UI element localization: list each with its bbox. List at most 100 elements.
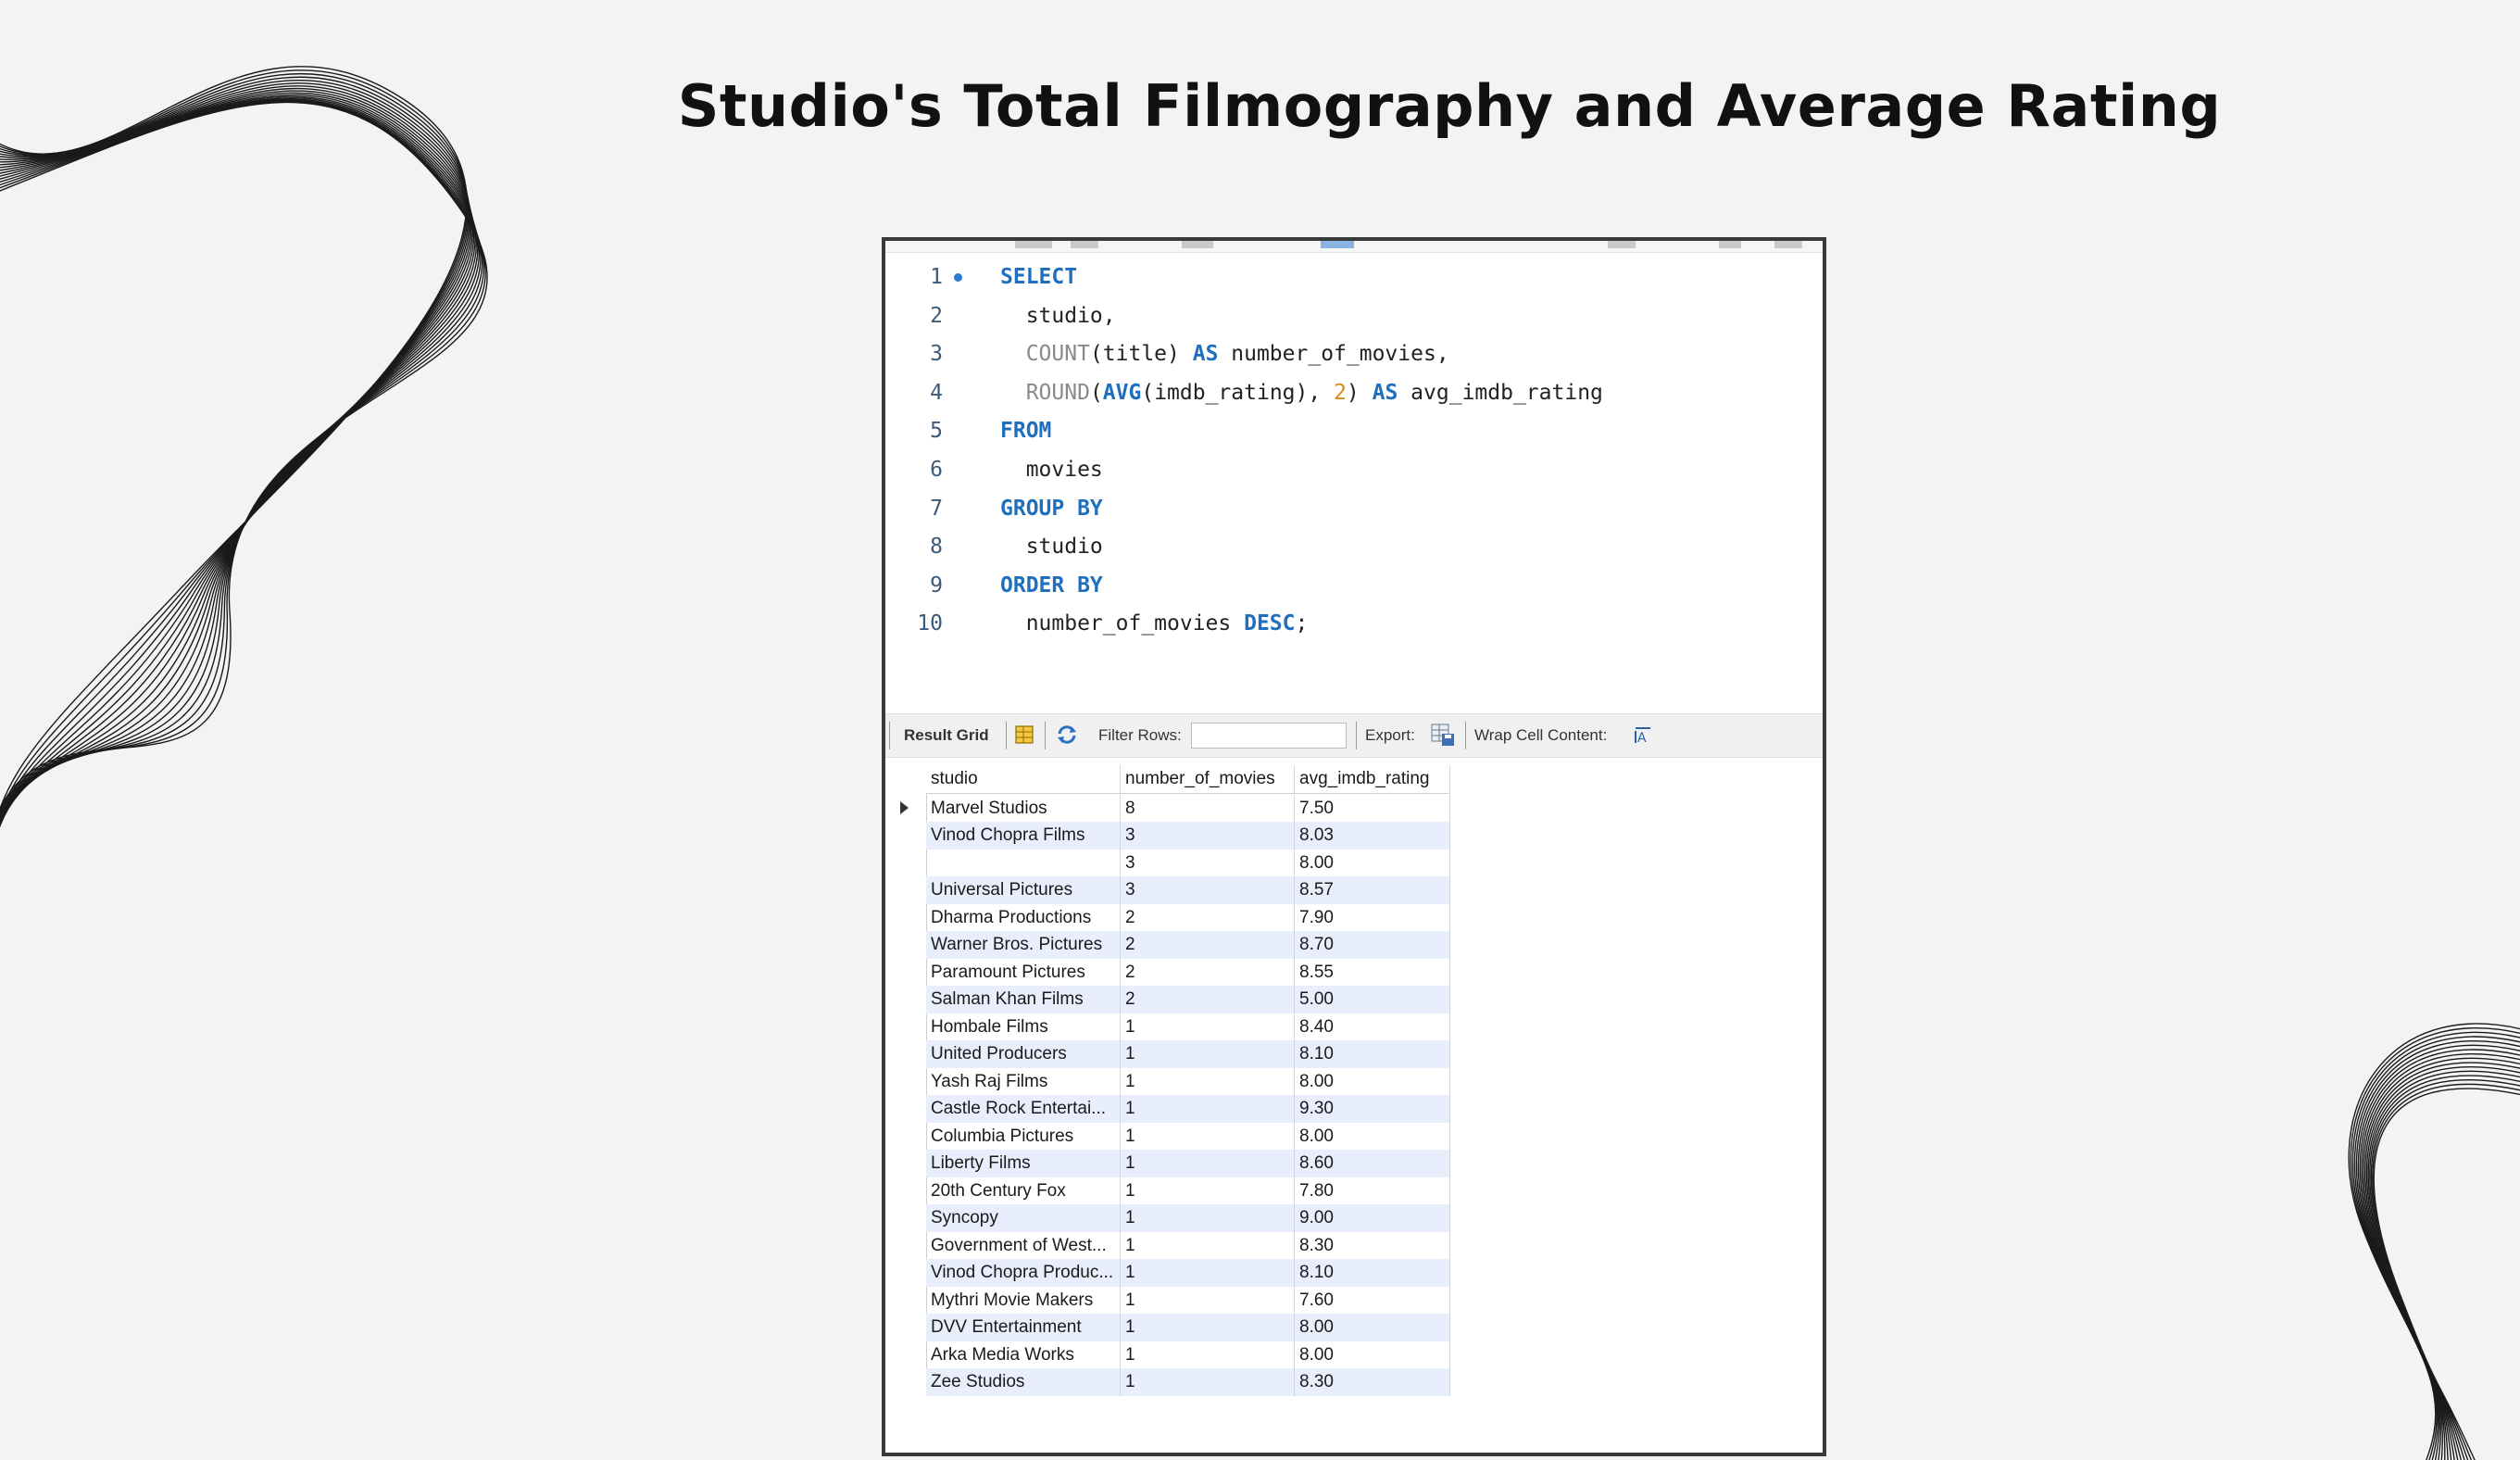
grid-cell[interactable]: 8.60 [1295,1150,1450,1177]
sql-editor[interactable]: 1 SELECT 2 studio, 3 COUNT(title) AS number… [885,258,1823,721]
grid-cell[interactable]: 8.30 [1295,1368,1450,1396]
grid-cell[interactable]: Mythri Movie Makers [926,1286,1121,1314]
grid-cell[interactable]: Universal Pictures [926,876,1121,904]
table-row[interactable]: United Producers 1 8.10 [926,1040,1450,1068]
result-grid-tab[interactable]: Result Grid [904,726,989,745]
grid-cell[interactable]: 3 [1121,822,1295,850]
table-row[interactable]: Zee Studios 1 8.30 [926,1368,1450,1396]
grid-cell[interactable]: 1 [1121,1095,1295,1123]
table-row[interactable]: 3 8.00 [926,849,1450,876]
grid-cell[interactable]: 7.60 [1295,1286,1450,1314]
column-header[interactable]: avg_imdb_rating [1295,765,1450,793]
table-row[interactable]: Universal Pictures 3 8.57 [926,876,1450,904]
code-line[interactable]: 10 number_of_movies DESC; [885,604,1823,643]
grid-cell[interactable]: 1 [1121,1259,1295,1287]
grid-cell[interactable]: 7.80 [1295,1177,1450,1204]
code-line[interactable]: 1 SELECT [885,258,1823,296]
grid-cell[interactable]: 1 [1121,1122,1295,1150]
table-row[interactable]: Syncopy 1 9.00 [926,1204,1450,1232]
code-line[interactable]: 8 studio [885,527,1823,566]
grid-cell[interactable]: Hombale Films [926,1013,1121,1040]
grid-cell[interactable]: Vinod Chopra Films [926,822,1121,850]
grid-cell[interactable]: 8.03 [1295,822,1450,850]
grid-cell[interactable]: 1 [1121,1150,1295,1177]
grid-cell[interactable]: 8.00 [1295,1122,1450,1150]
grid-cell[interactable]: 2 [1121,931,1295,959]
grid-cell[interactable]: 1 [1121,1177,1295,1204]
wrap-text-icon[interactable]: A [1634,726,1652,745]
table-row[interactable]: Paramount Pictures 2 8.55 [926,958,1450,986]
code-line[interactable]: 2 studio, [885,296,1823,335]
table-row[interactable]: Castle Rock Entertai... 1 9.30 [926,1095,1450,1123]
grid-cell[interactable] [926,849,1121,876]
grid-cell[interactable]: 3 [1121,849,1295,876]
code-line[interactable]: 4 ROUND(AVG(imdb_rating), 2) AS avg_imdb… [885,373,1823,412]
table-row[interactable]: Government of West... 1 8.30 [926,1231,1450,1259]
grid-cell[interactable]: Government of West... [926,1231,1121,1259]
grid-cell[interactable]: Syncopy [926,1204,1121,1232]
grid-cell[interactable]: 8.00 [1295,1340,1450,1368]
grid-cell[interactable]: Vinod Chopra Produc... [926,1259,1121,1287]
code-line[interactable]: 5 FROM [885,411,1823,450]
grid-cell[interactable]: 3 [1121,876,1295,904]
grid-cell[interactable]: 8.55 [1295,958,1450,986]
grid-cell[interactable]: Columbia Pictures [926,1122,1121,1150]
grid-cell[interactable]: 20th Century Fox [926,1177,1121,1204]
grid-layout-icon[interactable] [1013,724,1035,746]
code-line[interactable]: 6 movies [885,450,1823,489]
table-row[interactable]: Dharma Productions 2 7.90 [926,903,1450,931]
grid-cell[interactable]: 1 [1121,1204,1295,1232]
grid-cell[interactable]: Zee Studios [926,1368,1121,1396]
grid-cell[interactable]: 8.57 [1295,876,1450,904]
grid-cell[interactable]: 1 [1121,1067,1295,1095]
table-row[interactable]: Salman Khan Films 2 5.00 [926,986,1450,1013]
table-row[interactable]: 20th Century Fox 1 7.80 [926,1177,1450,1204]
grid-cell[interactable]: 9.30 [1295,1095,1450,1123]
table-row[interactable]: Mythri Movie Makers 1 7.60 [926,1286,1450,1314]
table-row[interactable]: Yash Raj Films 1 8.00 [926,1067,1450,1095]
table-row[interactable]: Arka Media Works 1 8.00 [926,1340,1450,1368]
grid-cell[interactable]: 1 [1121,1231,1295,1259]
grid-cell[interactable]: 8.00 [1295,1067,1450,1095]
table-row[interactable]: Marvel Studios 8 7.50 [926,794,1450,822]
code-line[interactable]: 3 COUNT(title) AS number_of_movies, [885,334,1823,373]
table-row[interactable]: Columbia Pictures 1 8.00 [926,1122,1450,1150]
grid-cell[interactable]: 1 [1121,1314,1295,1341]
refresh-icon[interactable] [1056,724,1078,746]
filter-rows-input[interactable] [1191,723,1347,749]
grid-cell[interactable]: Castle Rock Entertai... [926,1095,1121,1123]
grid-cell[interactable]: 1 [1121,1340,1295,1368]
export-icon[interactable] [1430,722,1456,748]
grid-cell[interactable]: Salman Khan Films [926,986,1121,1013]
grid-cell[interactable]: 1 [1121,1040,1295,1068]
grid-cell[interactable]: United Producers [926,1040,1121,1068]
code-line[interactable]: 9 ORDER BY [885,566,1823,605]
grid-cell[interactable]: DVV Entertainment [926,1314,1121,1341]
grid-cell[interactable]: Marvel Studios [926,794,1121,822]
grid-cell[interactable]: 1 [1121,1286,1295,1314]
grid-cell[interactable]: 8.10 [1295,1040,1450,1068]
table-row[interactable]: Vinod Chopra Films 3 8.03 [926,822,1450,850]
table-row[interactable]: Vinod Chopra Produc... 1 8.10 [926,1259,1450,1287]
grid-cell[interactable]: Dharma Productions [926,903,1121,931]
code-line[interactable]: 7 GROUP BY [885,489,1823,528]
grid-cell[interactable]: 8.70 [1295,931,1450,959]
table-row[interactable]: Hombale Films 1 8.40 [926,1013,1450,1040]
table-row[interactable]: DVV Entertainment 1 8.00 [926,1314,1450,1341]
grid-cell[interactable]: 8.30 [1295,1231,1450,1259]
column-header[interactable]: studio [926,765,1121,793]
grid-cell[interactable]: Liberty Films [926,1150,1121,1177]
grid-cell[interactable]: 1 [1121,1368,1295,1396]
grid-cell[interactable]: Paramount Pictures [926,958,1121,986]
grid-cell[interactable]: 5.00 [1295,986,1450,1013]
grid-cell[interactable]: 2 [1121,903,1295,931]
grid-cell[interactable]: 2 [1121,986,1295,1013]
grid-cell[interactable]: Warner Bros. Pictures [926,931,1121,959]
grid-cell[interactable]: Arka Media Works [926,1340,1121,1368]
grid-cell[interactable]: 1 [1121,1013,1295,1040]
grid-header-row[interactable]: studio number_of_movies avg_imdb_rating [926,765,1450,794]
grid-cell[interactable]: 8.10 [1295,1259,1450,1287]
grid-cell[interactable]: 7.50 [1295,794,1450,822]
table-row[interactable]: Liberty Films 1 8.60 [926,1150,1450,1177]
table-row[interactable]: Warner Bros. Pictures 2 8.70 [926,931,1450,959]
